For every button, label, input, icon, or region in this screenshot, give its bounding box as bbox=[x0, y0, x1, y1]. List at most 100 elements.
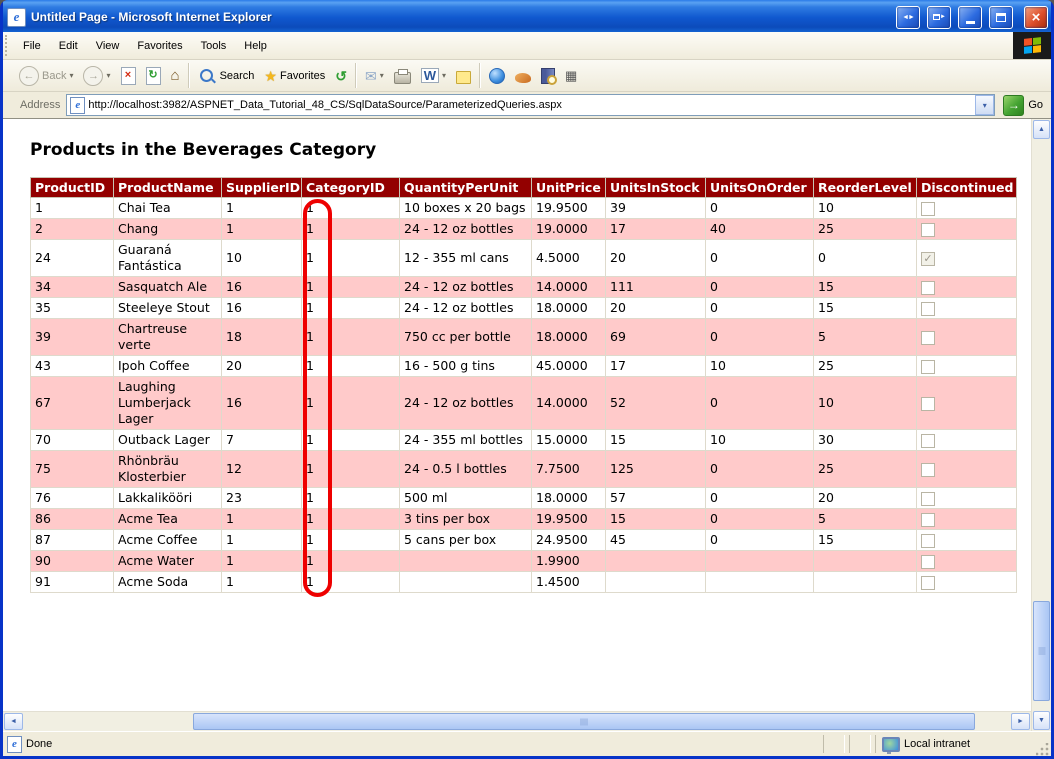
back-dropdown-arrow[interactable]: ▾ bbox=[69, 71, 73, 80]
menu-item-help[interactable]: Help bbox=[235, 37, 276, 55]
column-header: SupplierID bbox=[222, 178, 302, 198]
research-button[interactable] bbox=[536, 66, 560, 86]
discontinued-checkbox[interactable] bbox=[921, 492, 935, 506]
discontinued-checkbox[interactable] bbox=[921, 281, 935, 295]
table-cell: 14.0000 bbox=[532, 277, 606, 298]
menu-item-tools[interactable]: Tools bbox=[192, 37, 236, 55]
discontinued-checkbox[interactable] bbox=[921, 463, 935, 477]
discontinued-checkbox[interactable] bbox=[921, 202, 935, 216]
status-bar: e Done Local intranet bbox=[3, 731, 1051, 756]
discontinued-checkbox[interactable] bbox=[921, 360, 935, 374]
edit-dropdown-arrow[interactable]: ▾ bbox=[442, 71, 446, 80]
discuss-button[interactable] bbox=[451, 66, 476, 86]
minimize-button[interactable] bbox=[958, 6, 982, 29]
discontinued-checkbox[interactable] bbox=[921, 434, 935, 448]
horizontal-scroll-thumb[interactable] bbox=[193, 713, 975, 730]
research-pointer-button[interactable] bbox=[510, 67, 536, 85]
table-cell: 90 bbox=[31, 551, 114, 572]
menu-item-file[interactable]: File bbox=[14, 37, 50, 55]
discontinued-cell bbox=[917, 277, 1017, 298]
home-button[interactable]: ⌂ bbox=[166, 66, 185, 85]
mail-button[interactable]: ✉ ▾ bbox=[360, 67, 389, 85]
table-cell: 35 bbox=[31, 298, 114, 319]
scroll-left-button[interactable]: ◄ bbox=[4, 713, 23, 730]
horizontal-scrollbar[interactable]: ◄ ► bbox=[3, 711, 1031, 731]
menu-bar: File Edit View Favorites Tools Help bbox=[3, 32, 1051, 60]
discontinued-checkbox[interactable] bbox=[921, 302, 935, 316]
table-cell: 57 bbox=[606, 488, 706, 509]
stop-button[interactable]: × bbox=[116, 65, 141, 87]
discontinued-checkbox[interactable] bbox=[921, 576, 935, 590]
go-button[interactable]: → Go bbox=[999, 95, 1047, 116]
resize-grip[interactable] bbox=[1036, 743, 1049, 756]
status-page-icon: e bbox=[7, 736, 22, 753]
address-bar: Address e ▾ → Go bbox=[3, 92, 1051, 119]
fox-icon bbox=[515, 73, 531, 83]
table-cell: 69 bbox=[606, 319, 706, 356]
maximize-button[interactable] bbox=[989, 6, 1013, 29]
menu-item-edit[interactable]: Edit bbox=[50, 37, 87, 55]
table-cell: 0 bbox=[706, 509, 814, 530]
vertical-scroll-thumb[interactable] bbox=[1033, 601, 1050, 701]
table-cell: 5 cans per box bbox=[400, 530, 532, 551]
mail-dropdown-arrow[interactable]: ▾ bbox=[380, 71, 384, 80]
table-row: 75Rhönbräu Klosterbier12124 - 0.5 l bott… bbox=[31, 451, 1017, 488]
table-cell: 25 bbox=[814, 356, 917, 377]
discontinued-checkbox[interactable] bbox=[921, 331, 935, 345]
table-cell: Acme Soda bbox=[114, 572, 222, 593]
pop-out-button[interactable]: ► bbox=[927, 6, 951, 29]
scroll-right-button[interactable]: ► bbox=[1011, 713, 1030, 730]
print-button[interactable] bbox=[389, 66, 416, 86]
table-cell bbox=[400, 551, 532, 572]
table-cell: 1 bbox=[302, 356, 400, 377]
discontinued-cell bbox=[917, 377, 1017, 430]
table-cell: 0 bbox=[706, 240, 814, 277]
favorites-button[interactable]: ★ Favorites bbox=[259, 67, 330, 85]
close-button[interactable]: × bbox=[1024, 6, 1048, 29]
search-button[interactable]: Search bbox=[193, 65, 260, 86]
edit-with-word-button[interactable]: W ▾ bbox=[416, 66, 451, 85]
vertical-scrollbar[interactable]: ▲ ▼ bbox=[1031, 119, 1051, 731]
scroll-up-button[interactable]: ▲ bbox=[1033, 120, 1050, 139]
discontinued-checkbox[interactable] bbox=[921, 397, 935, 411]
discontinued-checkbox[interactable] bbox=[921, 223, 935, 237]
menubar-grip[interactable] bbox=[5, 35, 12, 56]
address-dropdown-button[interactable]: ▾ bbox=[975, 95, 994, 115]
table-row: 76Lakkalikööri231500 ml18.000057020 bbox=[31, 488, 1017, 509]
messenger-button[interactable] bbox=[484, 66, 510, 86]
table-cell bbox=[706, 551, 814, 572]
grid-tool-button[interactable]: ▦ bbox=[560, 67, 582, 84]
discontinued-checkbox[interactable] bbox=[921, 555, 935, 569]
table-cell: 1 bbox=[222, 572, 302, 593]
table-cell: 76 bbox=[31, 488, 114, 509]
discontinued-checkbox[interactable] bbox=[921, 513, 935, 527]
table-cell: 10 bbox=[814, 198, 917, 219]
table-cell: 111 bbox=[606, 277, 706, 298]
pop-out-icon bbox=[933, 14, 940, 20]
table-cell: Sasquatch Ale bbox=[114, 277, 222, 298]
table-cell: 1.4500 bbox=[532, 572, 606, 593]
table-cell: 1 bbox=[302, 240, 400, 277]
history-button[interactable]: ↺ bbox=[330, 67, 352, 85]
page-content: Products in the Beverages Category Produ… bbox=[3, 119, 1031, 711]
table-cell: 0 bbox=[706, 488, 814, 509]
menu-item-favorites[interactable]: Favorites bbox=[128, 37, 191, 55]
menu-item-view[interactable]: View bbox=[87, 37, 129, 55]
back-button[interactable]: ← Back ▾ bbox=[14, 64, 78, 88]
discontinued-checkbox[interactable]: ✓ bbox=[921, 252, 935, 266]
table-cell: Steeleye Stout bbox=[114, 298, 222, 319]
table-cell: Rhönbräu Klosterbier bbox=[114, 451, 222, 488]
split-view-button[interactable]: ◄► bbox=[896, 6, 920, 29]
table-cell: 24 bbox=[31, 240, 114, 277]
address-input[interactable] bbox=[88, 97, 972, 113]
mail-icon: ✉ bbox=[365, 69, 377, 83]
scroll-down-button[interactable]: ▼ bbox=[1033, 711, 1050, 730]
page-title: Products in the Beverages Category bbox=[30, 140, 1031, 160]
forward-button[interactable]: → ▾ bbox=[78, 64, 115, 88]
discontinued-checkbox[interactable] bbox=[921, 534, 935, 548]
table-cell: Acme Coffee bbox=[114, 530, 222, 551]
table-cell: Chai Tea bbox=[114, 198, 222, 219]
refresh-button[interactable]: ↻ bbox=[141, 65, 166, 87]
forward-dropdown-arrow[interactable]: ▾ bbox=[106, 71, 110, 80]
table-cell: 1 bbox=[302, 530, 400, 551]
